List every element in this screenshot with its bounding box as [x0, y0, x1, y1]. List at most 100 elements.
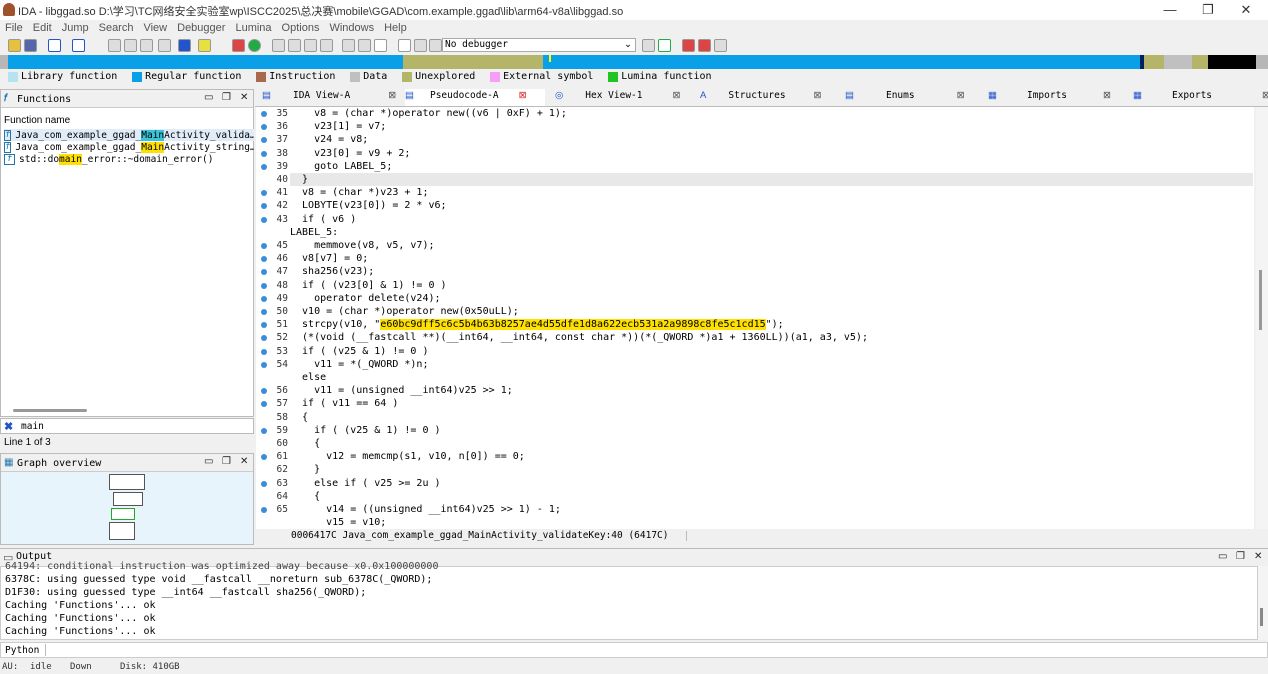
function-row[interactable]: f std::do main _error::~domain_error() [4, 153, 254, 165]
code-line[interactable]: { [290, 491, 320, 502]
back-icon[interactable] [48, 39, 61, 52]
graph-icon[interactable] [682, 39, 695, 52]
tool6-icon[interactable] [358, 39, 371, 52]
code-line[interactable]: goto LABEL_5; [290, 161, 392, 172]
function-row[interactable]: f Java_com_example_ggad_ Main Activity_vali… [4, 129, 254, 141]
function-search-input[interactable]: main [21, 421, 44, 432]
function-row[interactable]: f Java_com_example_ggad_ Main Activity_stri… [4, 141, 254, 153]
panel-minimize-icon[interactable]: ▭ [204, 92, 213, 103]
tool1-icon[interactable] [272, 39, 285, 52]
find-icon[interactable] [140, 39, 153, 52]
code-line[interactable]: v23[0] = v9 + 2; [290, 148, 410, 159]
run-icon[interactable] [248, 39, 261, 52]
panel-float-icon[interactable]: ❐ [222, 456, 231, 467]
menu-options[interactable]: Options [277, 20, 325, 37]
panel-minimize-icon[interactable]: ▭ [204, 456, 213, 467]
code-line[interactable]: if ( (v25 & 1) != 0 ) [290, 346, 428, 357]
tool5-icon[interactable] [342, 39, 355, 52]
pause-icon[interactable] [414, 39, 427, 52]
flag-icon[interactable] [698, 39, 711, 52]
menu-lumina[interactable]: Lumina [230, 20, 276, 37]
tool2-icon[interactable] [288, 39, 301, 52]
horizontal-scrollbar[interactable] [13, 409, 87, 412]
code-line[interactable]: } [290, 174, 308, 185]
tool3-icon[interactable] [304, 39, 317, 52]
tab-close-icon[interactable]: ⊠ [388, 90, 396, 101]
refresh-icon[interactable] [658, 39, 671, 52]
navigation-band[interactable] [0, 55, 1268, 69]
tab-close-icon[interactable]: ⊠ [1103, 90, 1111, 101]
play-icon[interactable] [398, 39, 411, 52]
tab-imports[interactable]: ▦ Imports ⊠ [988, 90, 1111, 107]
code-line[interactable]: if ( (v25 & 1) != 0 ) [290, 425, 440, 436]
code-line[interactable]: else [290, 372, 326, 383]
paste-icon[interactable] [124, 39, 137, 52]
tab-close-icon[interactable]: ⊠ [673, 90, 681, 101]
code-line[interactable]: operator delete(v24); [290, 293, 440, 304]
code-line[interactable]: else if ( v25 >= 2u ) [290, 478, 440, 489]
forward-icon[interactable] [72, 39, 85, 52]
panel-close-icon[interactable]: ✕ [1254, 551, 1262, 562]
code-line[interactable]: v11 = (unsigned __int64)v25 >> 1; [290, 385, 513, 396]
code-line[interactable]: LABEL_5: [290, 227, 338, 238]
code-line[interactable]: } [290, 464, 320, 475]
menu-file[interactable]: File [0, 20, 28, 37]
tab-hex-view[interactable]: ◎ Hex View-1 ⊠ [555, 90, 680, 107]
menu-jump[interactable]: Jump [57, 20, 94, 37]
text-a-icon[interactable] [198, 39, 211, 52]
code-line[interactable]: v11 = *(_QWORD *)n; [290, 359, 428, 370]
code-line[interactable]: v14 = ((unsigned __int64)v25 >> 1) - 1; [290, 504, 561, 515]
output-scrollbar[interactable] [1258, 566, 1268, 640]
vertical-scrollbar[interactable] [1256, 107, 1268, 529]
code-line[interactable]: if ( v11 == 64 ) [290, 398, 398, 409]
panel-close-icon[interactable]: ✕ [240, 456, 248, 467]
code-line[interactable]: v8 = (char *)operator new((v6 | 0xF) + 1… [290, 108, 567, 119]
filter-close-icon[interactable]: ✖ [4, 420, 13, 433]
graph-canvas[interactable] [1, 472, 253, 544]
tab-close-icon[interactable]: ⊠ [957, 90, 965, 101]
highlighted-string[interactable]: e60bc9dff5c6c5b4b63b8257ae4d55dfe1d8a622… [380, 319, 766, 331]
save-icon[interactable] [24, 39, 37, 52]
tab-ida-view[interactable]: ▤ IDA View-A ⊠ [262, 90, 396, 107]
close-button[interactable]: ✕ [1228, 1, 1264, 19]
code-line[interactable]: v23[1] = v7; [290, 121, 386, 132]
menu-debugger[interactable]: Debugger [172, 20, 230, 37]
output-window[interactable]: 64194: conditional instruction was optim… [0, 561, 1258, 640]
open-icon[interactable] [8, 39, 21, 52]
code-line[interactable]: { [290, 438, 320, 449]
scroll-thumb[interactable] [1259, 270, 1262, 330]
code-line[interactable]: v8[v7] = 0; [290, 253, 368, 264]
menu-edit[interactable]: Edit [28, 20, 57, 37]
code-line[interactable]: { [290, 412, 308, 423]
delete-icon[interactable] [374, 39, 387, 52]
code-line[interactable]: LOBYTE(v23[0]) = 2 * v6; [290, 200, 447, 211]
cli-input[interactable] [49, 643, 1259, 657]
code-line[interactable]: (*(void (__fastcall **)(__int64, __int64… [290, 332, 868, 343]
code-line[interactable]: sha256(v23); [290, 266, 374, 277]
menu-windows[interactable]: Windows [324, 20, 379, 37]
panel-minimize-icon[interactable]: ▭ [1218, 551, 1227, 562]
settings-icon[interactable] [714, 39, 727, 52]
tab-exports[interactable]: ▦ Exports ⊠ [1133, 90, 1268, 107]
debugger-select[interactable]: No debugger ⌄ [442, 38, 636, 52]
tab-close-icon[interactable]: ⊠ [1262, 90, 1268, 101]
menu-help[interactable]: Help [379, 20, 412, 37]
code-line[interactable]: v24 = v8; [290, 134, 368, 145]
code-line[interactable]: strcpy(v10, "e60bc9dff5c6c5b4b63b8257ae4… [290, 319, 784, 331]
code-line[interactable]: v12 = memcmp(s1, v10, n[0]) == 0; [290, 451, 525, 462]
stop-icon[interactable] [232, 39, 245, 52]
binoculars-icon[interactable] [158, 39, 171, 52]
tab-close-icon[interactable]: ⊠ [519, 90, 527, 101]
attach-icon[interactable] [642, 39, 655, 52]
maximize-button[interactable]: ❐ [1190, 1, 1226, 19]
jump-down-icon[interactable] [178, 39, 191, 52]
code-line[interactable]: v15 = v10; [290, 517, 386, 528]
tab-structures[interactable]: A Structures ⊠ [700, 90, 822, 107]
column-header[interactable]: Function name [4, 115, 70, 126]
minimize-button[interactable]: — [1152, 1, 1188, 19]
copy-icon[interactable] [108, 39, 121, 52]
menu-view[interactable]: View [138, 20, 172, 37]
panel-float-icon[interactable]: ❐ [1236, 551, 1245, 562]
menu-search[interactable]: Search [94, 20, 139, 37]
code-line[interactable]: v10 = (char *)operator new(0x50uLL); [290, 306, 519, 317]
